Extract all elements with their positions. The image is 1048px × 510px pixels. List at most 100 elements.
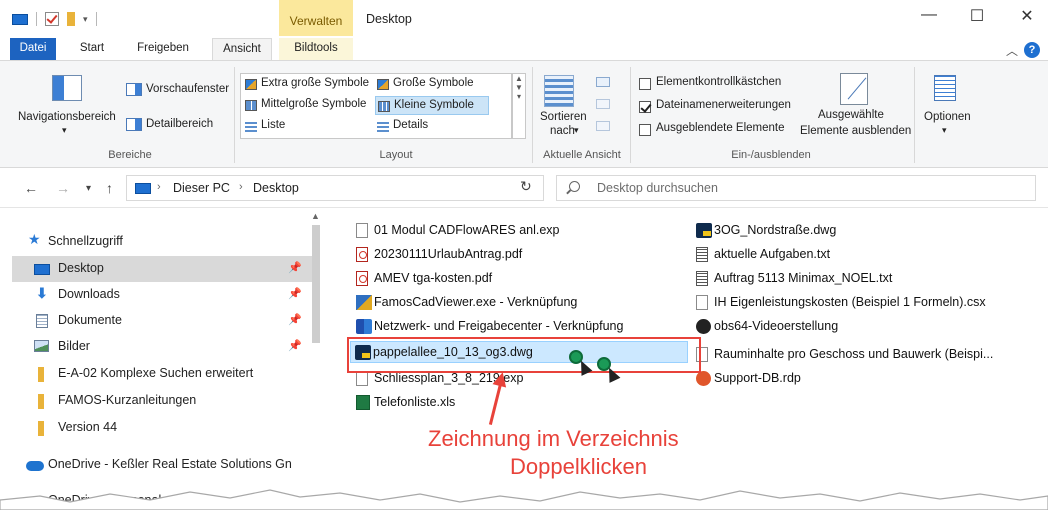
desktop-icon [12, 13, 28, 25]
address-box[interactable]: › Dieser PC › Desktop ⌄ [126, 175, 624, 201]
pin-icon[interactable]: 📌 [288, 313, 302, 326]
layout-medium-icons[interactable]: Mittelgroße Symbole [243, 96, 366, 115]
nav-item-folder[interactable]: Version 44 [12, 415, 312, 441]
hidden-items-checkbox[interactable] [639, 124, 651, 136]
title-bar: ▾ Verwalten Desktop — ☐ ✕ [0, 0, 1048, 38]
nav-item-desktop[interactable]: Desktop 📌 [12, 256, 312, 282]
tab-verwalten[interactable]: Verwalten [279, 0, 353, 36]
chevron-down-icon[interactable]: ▾ [942, 125, 947, 136]
star-icon: ★ [28, 231, 41, 247]
add-columns-icon[interactable] [596, 99, 610, 109]
medium-icons-icon [245, 100, 257, 111]
document-icon [36, 314, 48, 328]
preview-pane-button[interactable]: Vorschaufenster [146, 83, 229, 95]
nav-scrollbar[interactable]: ▲ [310, 209, 322, 499]
file-extensions-checkbox[interactable] [639, 101, 651, 113]
address-bar: ← → ▾ ↑ › Dieser PC › Desktop ⌄ ↻ Deskto… [0, 168, 1048, 208]
minimize-button[interactable]: — [914, 6, 944, 24]
sort-by-label[interactable]: nach [550, 125, 575, 137]
layout-details[interactable]: Details [375, 117, 428, 136]
up-button[interactable]: ↑ [106, 180, 113, 196]
details-pane-button[interactable]: Detailbereich [146, 118, 213, 130]
download-icon: ⬇ [36, 285, 48, 301]
pin-icon[interactable]: 📌 [288, 287, 302, 300]
hide-selected-button[interactable]: Ausgewählte [818, 109, 884, 121]
layout-gallery-scroll[interactable]: ▲ ▼ ▾ [512, 73, 526, 139]
search-placeholder: Desktop durchsuchen [597, 181, 718, 195]
sort-button[interactable]: Sortieren [540, 111, 587, 123]
chevron-down-icon[interactable]: ▾ [62, 125, 67, 136]
forward-button[interactable]: → [56, 180, 70, 196]
layout-extra-large-icons[interactable]: Extra große Symbole [243, 75, 369, 94]
item-checkboxes-checkbox[interactable] [639, 78, 651, 90]
hide-selected-icon[interactable] [840, 73, 868, 105]
text-file-icon [696, 247, 708, 262]
nav-item-downloads[interactable]: ⬇ Downloads 📌 [12, 282, 312, 308]
navigation-pane-button[interactable]: Navigationsbereich [18, 111, 116, 123]
blank-file-icon [696, 295, 708, 310]
annotation-text: Zeichnung im Verzeichnis [428, 426, 679, 451]
help-icon[interactable]: ? [1024, 42, 1040, 58]
options-button[interactable]: Optionen [924, 111, 971, 123]
pin-icon[interactable]: 📌 [288, 339, 302, 352]
window-title: Desktop [366, 12, 412, 26]
nav-item-folder[interactable]: FAMOS-Kurzanleitungen [12, 388, 312, 414]
blank-file-icon [356, 223, 368, 238]
breadcrumb-dieser-pc[interactable]: Dieser PC [173, 181, 230, 195]
chevron-right-icon[interactable]: › [239, 181, 243, 193]
text-file-icon [696, 271, 708, 286]
sort-icon[interactable] [544, 75, 574, 107]
group-by-icon[interactable] [596, 77, 610, 87]
obs-icon [696, 319, 711, 334]
famos-icon [356, 295, 372, 310]
layout-large-icons[interactable]: Große Symbole [375, 75, 474, 94]
chevron-down-icon[interactable]: ▾ [574, 125, 579, 136]
nav-item-folder[interactable]: E-A-02 Komplexe Suchen erweitert [12, 361, 312, 387]
chevron-down-icon[interactable]: ▾ [83, 14, 88, 25]
onedrive-icon [26, 461, 44, 471]
separator [36, 12, 37, 26]
annotation-text: Doppelklicken [510, 454, 647, 479]
rdp-icon [696, 371, 711, 386]
tab-start[interactable]: Start [70, 38, 114, 60]
tab-bildtools[interactable]: Bildtools [279, 38, 353, 60]
nav-item-onedrive-business[interactable]: OneDrive - Keßler Real Estate Solutions … [12, 452, 312, 478]
options-icon[interactable] [934, 75, 956, 101]
tab-freigeben[interactable]: Freigeben [130, 38, 196, 60]
separator [914, 67, 915, 163]
breadcrumb-desktop[interactable]: Desktop [253, 181, 299, 195]
preview-pane-icon[interactable] [126, 83, 142, 96]
group-label-ein-ausblenden: Ein-/ausblenden [731, 149, 811, 161]
recent-locations-button[interactable]: ▾ [86, 183, 91, 194]
nav-item-dokumente[interactable]: Dokumente 📌 [12, 308, 312, 334]
properties-icon[interactable] [45, 12, 59, 26]
hidden-items-label: Ausgeblendete Elemente [656, 122, 785, 134]
separator [234, 67, 235, 163]
pdf-icon [356, 247, 368, 262]
chevron-up-icon[interactable]: ▲ [311, 211, 320, 221]
close-button[interactable]: ✕ [1012, 6, 1042, 26]
highlight-frame [347, 337, 701, 373]
maximize-button[interactable]: ☐ [962, 6, 992, 26]
pin-icon[interactable]: 📌 [288, 261, 302, 274]
refresh-button[interactable]: ↻ [520, 178, 532, 195]
hide-selected-button-line2[interactable]: Elemente ausblenden [800, 125, 911, 137]
nav-item-bilder[interactable]: Bilder 📌 [12, 334, 312, 360]
search-input[interactable]: Desktop durchsuchen [556, 175, 1036, 201]
ribbon: Navigationsbereich ▾ Vorschaufenster Det… [0, 60, 1048, 168]
chevron-up-icon[interactable]: ︿ [1006, 42, 1018, 59]
chevron-right-icon[interactable]: › [157, 181, 161, 193]
fit-columns-icon[interactable] [596, 121, 610, 131]
details-pane-icon[interactable] [126, 118, 142, 131]
navigation-pane-icon[interactable] [52, 75, 82, 101]
new-folder-icon[interactable] [67, 12, 75, 26]
computer-icon [135, 183, 151, 194]
nav-scrollbar-thumb[interactable] [312, 225, 320, 343]
tab-ansicht[interactable]: Ansicht [212, 38, 272, 60]
navigation-pane: ★ Schnellzugriff Desktop 📌 ⬇ Downloads 📌… [0, 209, 322, 510]
layout-small-icons[interactable]: Kleine Symbole [375, 96, 489, 115]
layout-list[interactable]: Liste [243, 117, 285, 136]
tab-datei[interactable]: Datei [10, 38, 56, 60]
nav-item-schnellzugriff[interactable]: ★ Schnellzugriff [12, 229, 312, 255]
back-button[interactable]: ← [24, 180, 38, 196]
